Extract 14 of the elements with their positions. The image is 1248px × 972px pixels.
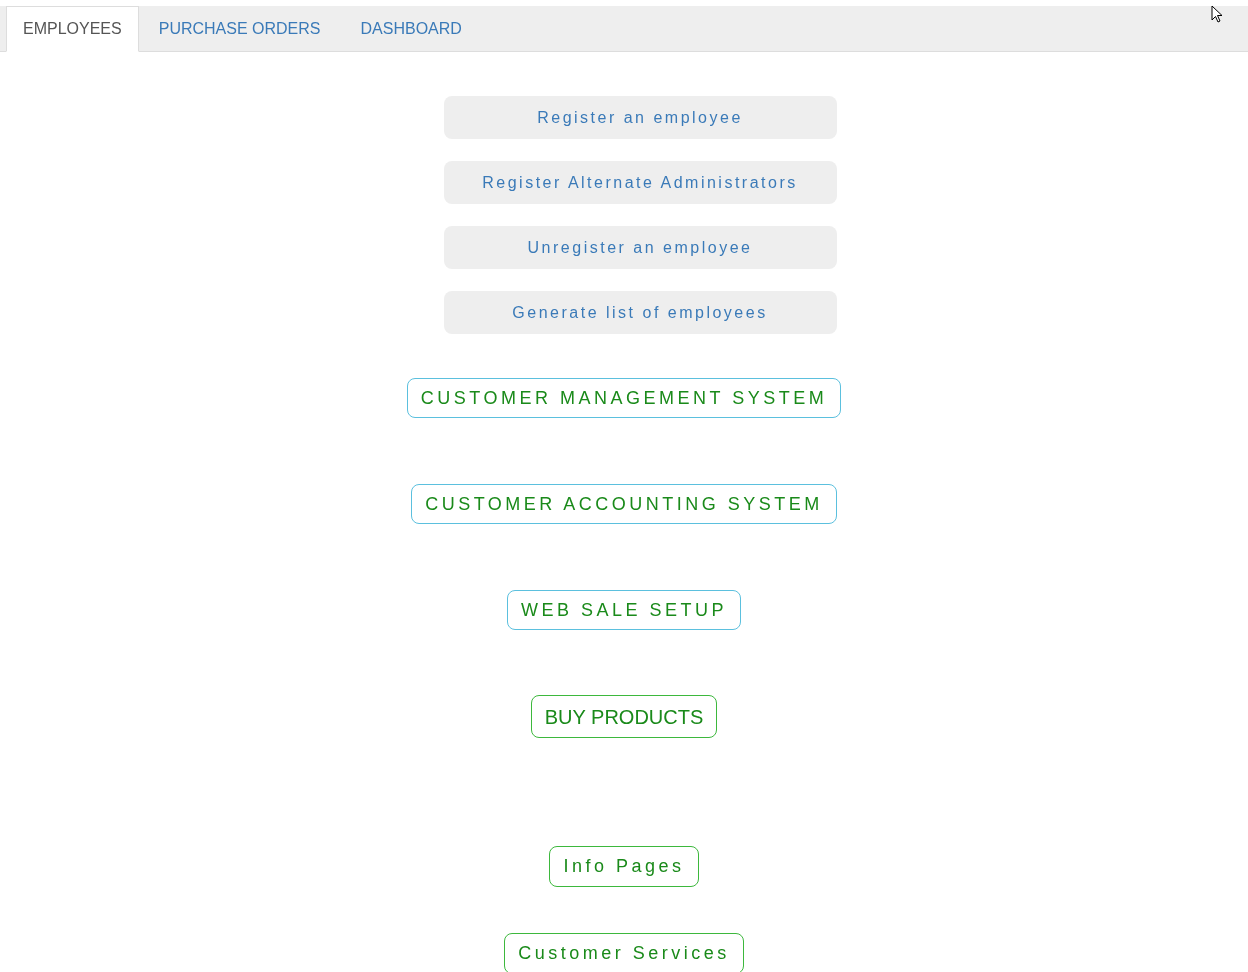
link-button[interactable]: Info Pages — [549, 846, 699, 887]
employee-action-button[interactable]: Generate list of employees — [443, 291, 837, 334]
employee-action-button[interactable]: Register Alternate Administrators — [443, 161, 837, 204]
cursor-icon — [1211, 5, 1223, 23]
employee-action-button[interactable]: Unregister an employee — [443, 226, 837, 269]
link-button[interactable]: CUSTOMER ACCOUNTING SYSTEM — [411, 484, 837, 524]
link-button[interactable]: WEB SALE SETUP — [506, 590, 741, 630]
employee-action-button[interactable]: Register an employee — [443, 96, 837, 139]
link-button[interactable]: BUY PRODUCTS — [530, 695, 718, 738]
tab[interactable]: DASHBOARD — [340, 6, 482, 51]
link-button[interactable]: CUSTOMER MANAGEMENT SYSTEM — [406, 378, 842, 418]
tab[interactable]: PURCHASE ORDERS — [138, 6, 341, 51]
tab[interactable]: EMPLOYEES — [6, 6, 139, 52]
link-button[interactable]: Customer Services — [504, 933, 744, 972]
